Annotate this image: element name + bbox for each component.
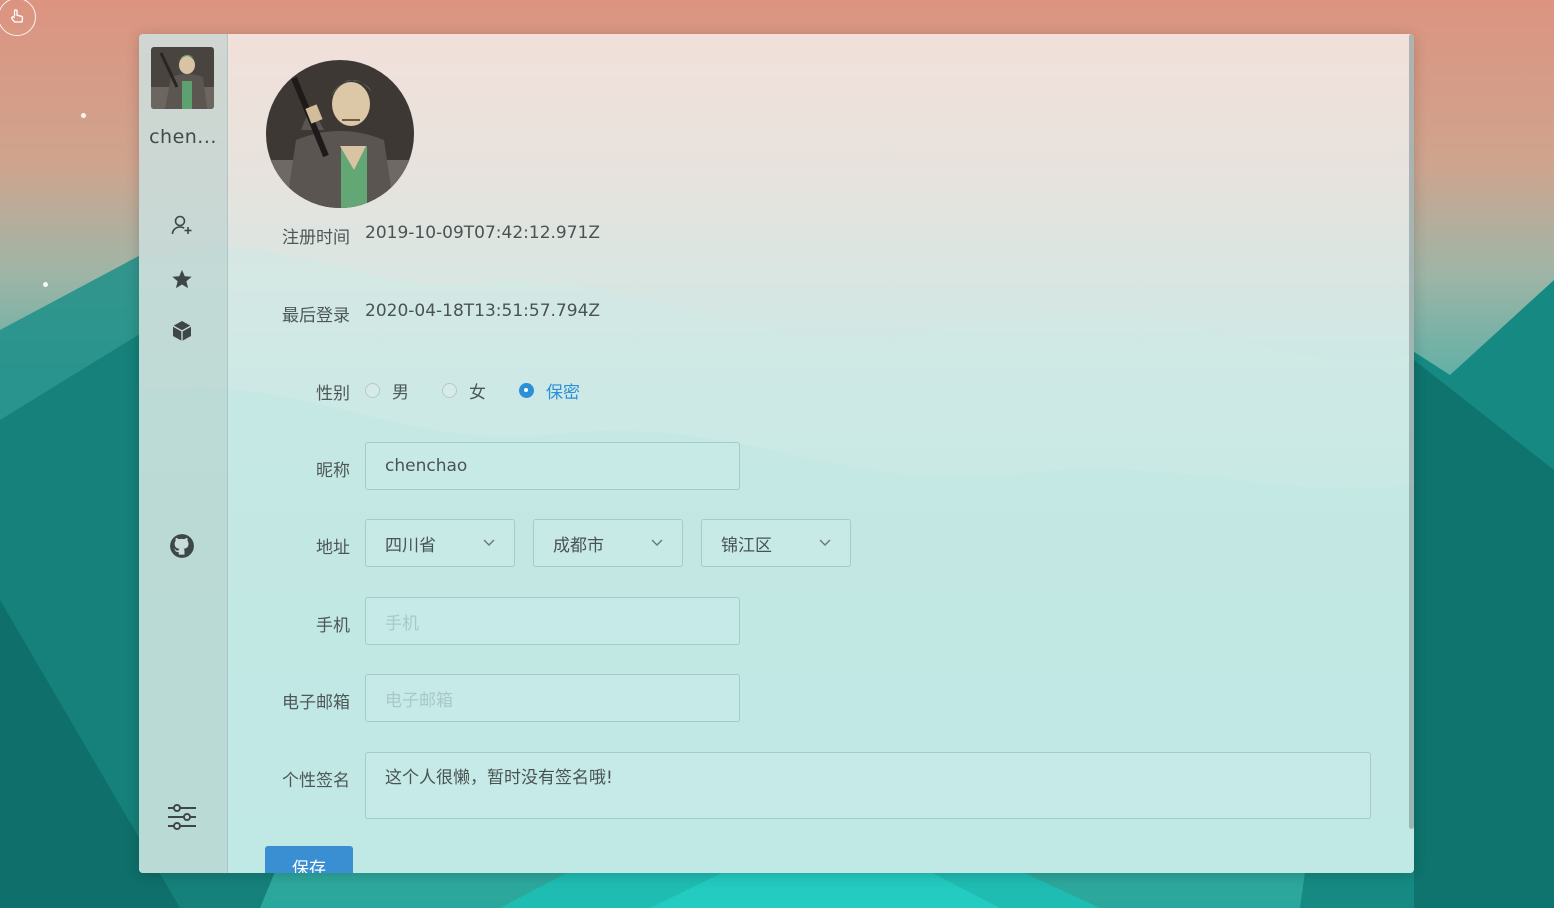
gender-radio-group: 男 女 保密 bbox=[365, 378, 613, 403]
nickname-label: 昵称 bbox=[316, 461, 350, 481]
district-value: 锦江区 bbox=[721, 535, 772, 556]
gender-label: 性别 bbox=[316, 384, 350, 404]
gender-option-female[interactable]: 女 bbox=[442, 378, 486, 403]
phone-input[interactable]: 手机 bbox=[365, 597, 740, 645]
city-select[interactable]: 成都市 bbox=[533, 519, 683, 567]
gender-option-label: 男 bbox=[392, 382, 409, 403]
city-value: 成都市 bbox=[553, 535, 604, 556]
sliders-icon[interactable] bbox=[167, 802, 197, 832]
signature-textarea[interactable]: 这个人很懒，暂时没有签名哦! bbox=[365, 752, 1371, 819]
scrollbar[interactable] bbox=[1409, 34, 1414, 829]
user-add-icon[interactable] bbox=[167, 210, 197, 240]
gender-option-male[interactable]: 男 bbox=[365, 378, 409, 403]
profile-window: chen... 注册时间 2019-10-09T07:42:12.971Z 最后… bbox=[139, 34, 1414, 873]
sidebar-avatar[interactable] bbox=[151, 47, 214, 109]
province-value: 四川省 bbox=[385, 535, 436, 556]
chevron-down-icon bbox=[651, 539, 663, 546]
chevron-down-icon bbox=[483, 539, 495, 546]
chevron-down-icon bbox=[819, 539, 831, 546]
decorative-dot bbox=[81, 113, 86, 118]
github-icon[interactable] bbox=[167, 531, 197, 561]
save-button[interactable]: 保存 bbox=[265, 846, 353, 873]
gender-option-secret[interactable]: 保密 bbox=[519, 378, 580, 403]
last-login-value: 2020-04-18T13:51:57.794Z bbox=[365, 301, 601, 321]
gender-option-label: 保密 bbox=[546, 382, 580, 403]
email-input[interactable]: 电子邮箱 bbox=[365, 674, 740, 722]
sidebar: chen... bbox=[139, 34, 228, 873]
cube-icon[interactable] bbox=[167, 316, 197, 346]
gender-option-label: 女 bbox=[469, 382, 486, 403]
profile-content: 注册时间 2019-10-09T07:42:12.971Z 最后登录 2020-… bbox=[228, 34, 1414, 873]
sidebar-username: chen... bbox=[149, 126, 217, 148]
radio-button[interactable] bbox=[442, 382, 457, 398]
radio-button[interactable] bbox=[365, 382, 380, 398]
signature-label: 个性签名 bbox=[282, 771, 350, 791]
star-icon[interactable] bbox=[167, 264, 197, 294]
nickname-input[interactable]: chenchao bbox=[365, 442, 740, 490]
register-time-value: 2019-10-09T07:42:12.971Z bbox=[365, 223, 601, 243]
decorative-dot bbox=[43, 282, 48, 287]
province-select[interactable]: 四川省 bbox=[365, 519, 515, 567]
profile-avatar[interactable] bbox=[266, 60, 414, 208]
phone-label: 手机 bbox=[316, 616, 350, 636]
last-login-label: 最后登录 bbox=[282, 306, 350, 326]
address-label: 地址 bbox=[316, 538, 350, 558]
radio-button-checked[interactable] bbox=[519, 382, 534, 398]
email-label: 电子邮箱 bbox=[282, 693, 350, 713]
register-time-label: 注册时间 bbox=[282, 228, 350, 248]
district-select[interactable]: 锦江区 bbox=[701, 519, 851, 567]
